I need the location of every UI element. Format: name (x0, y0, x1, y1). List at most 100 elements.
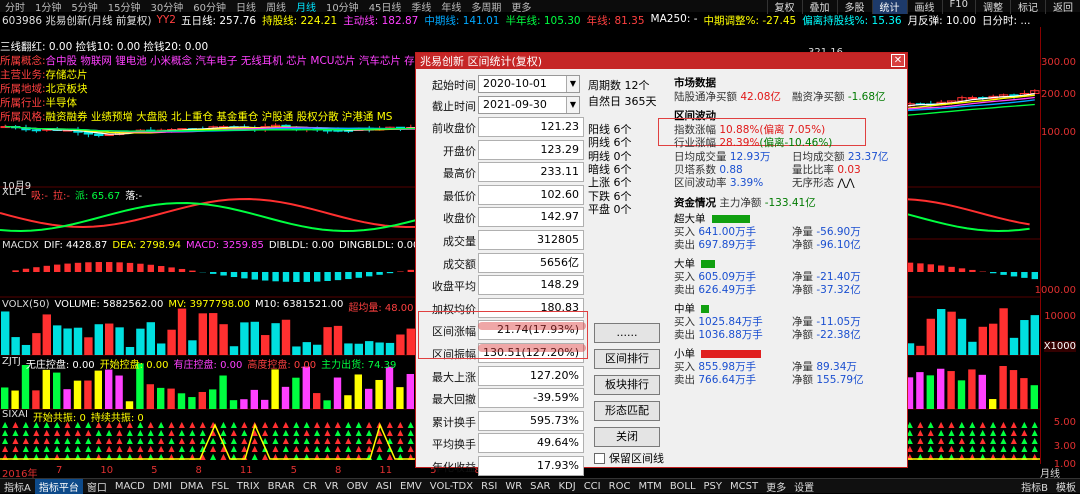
indicator-tab-12[interactable]: ASI (372, 481, 396, 492)
toolbar-btn-6[interactable]: 调整 (975, 0, 1010, 14)
timeframe-7[interactable]: 周线 (261, 0, 291, 14)
indicator-tab-23[interactable]: PSY (700, 481, 727, 492)
timeframe-12[interactable]: 年线 (436, 0, 466, 14)
bottom-right-0[interactable]: 指标B (1017, 479, 1052, 494)
field-label: 前收盘价 (424, 120, 476, 136)
toolbar-btn-8[interactable]: 返回 (1045, 0, 1080, 14)
timeframe-5[interactable]: 60分钟 (188, 0, 231, 14)
zjtj-bar (219, 376, 226, 409)
timeframe-13[interactable]: 多周期 (466, 0, 506, 14)
chevron-down-icon[interactable]: ▼ (566, 97, 579, 113)
zjtj-bar (53, 373, 60, 409)
toolbar-btn-1[interactable]: 叠加 (802, 0, 837, 14)
timeframe-1[interactable]: 1分钟 (30, 0, 66, 14)
indicator-tab-14[interactable]: VOL-TDX (426, 481, 477, 492)
toolbar-btn-7[interactable]: 标记 (1010, 0, 1045, 14)
dialog-button-2[interactable]: 板块排行 (594, 375, 660, 395)
macd-bar (241, 272, 247, 278)
volume-bar (43, 314, 51, 355)
zjtj-bar (43, 370, 50, 409)
volume-bar (178, 309, 186, 355)
close-icon[interactable]: ✕ (891, 54, 905, 67)
indicator-tab-18[interactable]: KDJ (554, 481, 579, 492)
chevron-down-icon[interactable]: ▼ (566, 76, 579, 92)
dialog-button-3[interactable]: 形态匹配 (594, 401, 660, 421)
toolbar-btn-3[interactable]: 统计 (872, 0, 907, 14)
timeframe-0[interactable]: 分时 (0, 0, 30, 14)
timeframe-9[interactable]: 10分钟 (321, 0, 364, 14)
indicator-tab-19[interactable]: CCI (580, 481, 605, 492)
timeframe-4[interactable]: 30分钟 (145, 0, 188, 14)
macd-bar (969, 270, 975, 272)
dialog-button-0[interactable]: ...... (594, 323, 660, 343)
indicator-tab-9[interactable]: CR (299, 481, 321, 492)
indicator-tab-24[interactable]: MCST (726, 481, 762, 492)
industry-row: 所属行业:半导体 (0, 96, 420, 110)
field-value: 595.73% (478, 411, 584, 431)
indicator-tab-7[interactable]: TRIX (233, 481, 264, 492)
indicator-tab-5[interactable]: DMA (176, 481, 207, 492)
zjtj-bar (947, 371, 954, 409)
keep-range-checkbox[interactable] (594, 453, 605, 464)
indicator-tab-1[interactable]: 指标平台 (35, 479, 83, 494)
toolbar-btn-4[interactable]: 画线 (907, 0, 942, 14)
indicator-tab-20[interactable]: ROC (605, 481, 635, 492)
indicator-tab-17[interactable]: SAR (526, 481, 554, 492)
start-date-input[interactable]: 2020-10-01▼ (478, 75, 580, 93)
indicator-tab-21[interactable]: MTM (634, 481, 665, 492)
timeframe-10[interactable]: 45日线 (364, 0, 407, 14)
zjtj-bar (1020, 378, 1027, 409)
zjtj-bar (147, 384, 154, 409)
dialog-titlebar[interactable]: 兆易创新 区间统计(复权) ✕ (416, 53, 907, 69)
sell-value: 766.64万手 (698, 374, 756, 386)
indicator-tab-2[interactable]: 窗口 (83, 479, 111, 494)
indicator-tab-26[interactable]: 设置 (790, 479, 818, 494)
macd-bar (220, 272, 226, 276)
industry-label: 所属行业: (0, 97, 46, 109)
indicator-tab-4[interactable]: DMI (149, 481, 176, 492)
sell-value: 626.49万手 (698, 284, 756, 296)
zjtj-bar (375, 380, 382, 409)
indicator-value: 主动线: 182.87 (343, 13, 418, 28)
timeframe-3[interactable]: 15分钟 (103, 0, 146, 14)
indicator-tab-22[interactable]: BOLL (666, 481, 700, 492)
volume-bar (230, 346, 238, 355)
timeframe-6[interactable]: 日线 (231, 0, 261, 14)
indicator-tab-11[interactable]: OBV (343, 481, 372, 492)
dialog-button-4[interactable]: 关闭 (594, 427, 660, 447)
indicator-values: 五日线: 257.76持股线: 224.21主动线: 182.87中期线: 14… (181, 13, 1030, 28)
fund-bar (701, 350, 761, 358)
indicator-tab-25[interactable]: 更多 (762, 479, 790, 494)
indicator-tab-6[interactable]: FSL (207, 481, 233, 492)
indicator-tab-15[interactable]: RSI (477, 481, 501, 492)
dialog-button-1[interactable]: 区间排行 (594, 349, 660, 369)
timeframe-8[interactable]: 月线 (291, 0, 321, 14)
macd-bar (44, 266, 50, 272)
bottom-right-1[interactable]: 模板 (1052, 479, 1080, 494)
indicator-value: 年线: 81.35 (587, 13, 645, 28)
macd-bar (137, 264, 143, 272)
timeframe-2[interactable]: 5分钟 (66, 0, 102, 14)
keep-range-row[interactable]: 保留区间线 (594, 450, 664, 466)
toolbar-btn-0[interactable]: 复权 (767, 0, 802, 14)
volume-bar (147, 322, 155, 355)
toolbar-btn-2[interactable]: 多股 (837, 0, 872, 14)
end-date-input[interactable]: 2021-09-30▼ (478, 96, 580, 114)
indicator-tab-0[interactable]: 指标A (0, 479, 35, 494)
indicator-tab-13[interactable]: EMV (396, 481, 426, 492)
timeframe-14[interactable]: 更多 (506, 0, 536, 14)
macd-bar (324, 272, 330, 281)
timeframe-11[interactable]: 季线 (406, 0, 436, 14)
indicator-value: 五日线: 257.76 (181, 13, 256, 28)
zjtj-bar (386, 367, 393, 409)
indicator-tab-8[interactable]: BRAR (264, 481, 299, 492)
xlpl-value: 拉:- (53, 187, 70, 202)
macd-bar (366, 272, 372, 276)
indicator-tab-10[interactable]: VR (321, 481, 343, 492)
indicator-tab-3[interactable]: MACD (111, 481, 149, 492)
field-value: 49.64% (478, 433, 584, 453)
indicator-tab-16[interactable]: WR (501, 481, 526, 492)
field-label: 累计换手 (424, 414, 476, 430)
macd-bar (252, 272, 258, 280)
toolbar-btn-5[interactable]: F10 (942, 0, 975, 14)
